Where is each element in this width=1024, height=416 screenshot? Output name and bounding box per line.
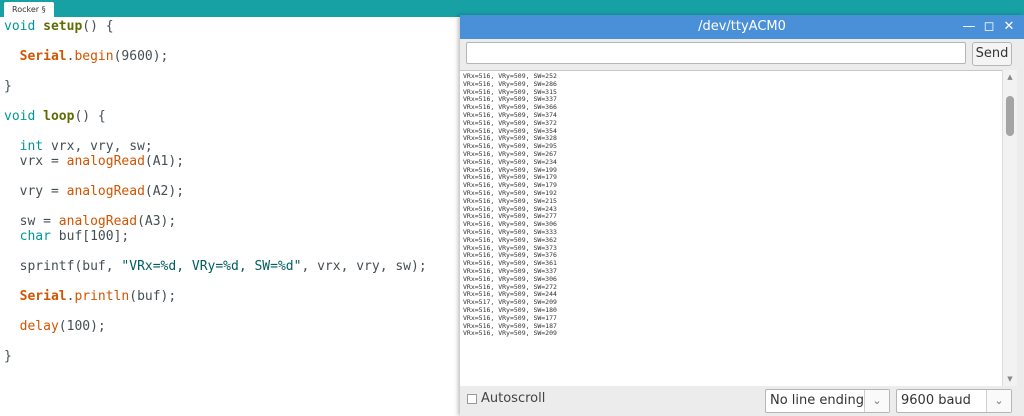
code-line: } bbox=[4, 77, 12, 97]
serial-output: VRx=516, VRy=509, SW=252 VRx=516, VRy=509… bbox=[460, 70, 1017, 387]
code-token: void bbox=[4, 109, 44, 124]
serial-output-line: VRx=516, VRy=509, SW=209 bbox=[463, 329, 557, 338]
code-line: void loop() { bbox=[4, 107, 106, 127]
code-line: vry = analogRead(A2); bbox=[4, 182, 184, 202]
chevron-down-icon: ⌄ bbox=[864, 390, 889, 412]
line-ending-select[interactable]: No line ending ⌄ bbox=[765, 389, 890, 413]
code-token: loop bbox=[43, 109, 75, 124]
code-line: Serial.println(buf); bbox=[4, 287, 177, 307]
code-token: Serial bbox=[19, 289, 67, 304]
code-token: begin bbox=[74, 49, 114, 64]
code-token: (buf); bbox=[129, 289, 177, 304]
code-token: Serial bbox=[19, 49, 67, 64]
baud-rate-select[interactable]: 9600 baud ⌄ bbox=[896, 389, 1012, 413]
line-ending-value: No line ending bbox=[770, 393, 864, 408]
code-token: () { bbox=[74, 109, 106, 124]
autoscroll-label: Autoscroll bbox=[481, 391, 546, 406]
baud-rate-value: 9600 baud bbox=[901, 393, 971, 408]
autoscroll-checkbox[interactable] bbox=[467, 394, 477, 404]
serial-input[interactable] bbox=[466, 42, 966, 64]
scroll-thumb[interactable] bbox=[1006, 96, 1014, 136]
code-token: () { bbox=[82, 19, 114, 34]
code-token: (buf, bbox=[74, 259, 122, 274]
tab-rocker[interactable]: Rocker § bbox=[4, 2, 54, 17]
scroll-up-icon[interactable]: ▲ bbox=[1003, 72, 1017, 82]
serial-monitor-window: /dev/ttyACM0 — ◻ ✕ Send VRx=516, VRy=509… bbox=[460, 15, 1024, 416]
code-token: "VRx=%d, VRy=%d, SW=%d" bbox=[121, 259, 302, 274]
code-token: vrx = bbox=[4, 154, 67, 169]
window-title: /dev/ttyACM0 bbox=[698, 19, 786, 34]
code-token: vry = bbox=[4, 184, 67, 199]
code-line: vrx = analogRead(A1); bbox=[4, 152, 184, 172]
send-button[interactable]: Send bbox=[972, 42, 1012, 66]
code-line: Serial.begin(9600); bbox=[4, 47, 169, 67]
scroll-down-icon[interactable]: ▼ bbox=[1003, 374, 1017, 384]
chevron-down-icon: ⌄ bbox=[986, 390, 1011, 412]
code-token: delay bbox=[19, 319, 59, 334]
serial-bottom-bar: Autoscroll No line ending ⌄ 9600 baud ⌄ bbox=[460, 386, 1024, 416]
code-token: buf[100]; bbox=[50, 229, 130, 244]
code-token: analogRead bbox=[66, 184, 145, 199]
serial-monitor-titlebar[interactable]: /dev/ttyACM0 — ◻ ✕ bbox=[460, 15, 1024, 39]
code-token: sprintf bbox=[19, 259, 75, 274]
code-token: void bbox=[4, 19, 44, 34]
code-token: (9600); bbox=[113, 49, 169, 64]
code-line: void setup() { bbox=[4, 17, 114, 37]
code-token: setup bbox=[43, 19, 83, 34]
maximize-icon[interactable]: ◻ bbox=[980, 15, 998, 39]
code-token: } bbox=[4, 79, 12, 94]
code-line: char buf[100]; bbox=[4, 227, 130, 247]
code-line: sprintf(buf, "VRx=%d, VRy=%d, SW=%d", vr… bbox=[4, 257, 427, 277]
code-token: (A2); bbox=[144, 184, 185, 199]
minimize-icon[interactable]: — bbox=[960, 15, 978, 39]
code-token: (100); bbox=[58, 319, 106, 334]
code-line: } bbox=[4, 347, 12, 367]
code-line: delay(100); bbox=[4, 317, 106, 337]
code-token: println bbox=[74, 289, 130, 304]
code-token: } bbox=[4, 349, 12, 364]
code-token: , vrx, vry, sw); bbox=[301, 259, 427, 274]
code-token: char bbox=[19, 229, 51, 244]
code-token: (A3); bbox=[137, 214, 177, 229]
code-token: (A1); bbox=[144, 154, 185, 169]
code-token: analogRead bbox=[66, 154, 145, 169]
close-icon[interactable]: ✕ bbox=[1000, 15, 1018, 39]
code-editor[interactable]: void setup() { Serial.begin(9600);} void … bbox=[0, 17, 460, 416]
output-scrollbar[interactable]: ▲ ▼ bbox=[1002, 70, 1017, 386]
